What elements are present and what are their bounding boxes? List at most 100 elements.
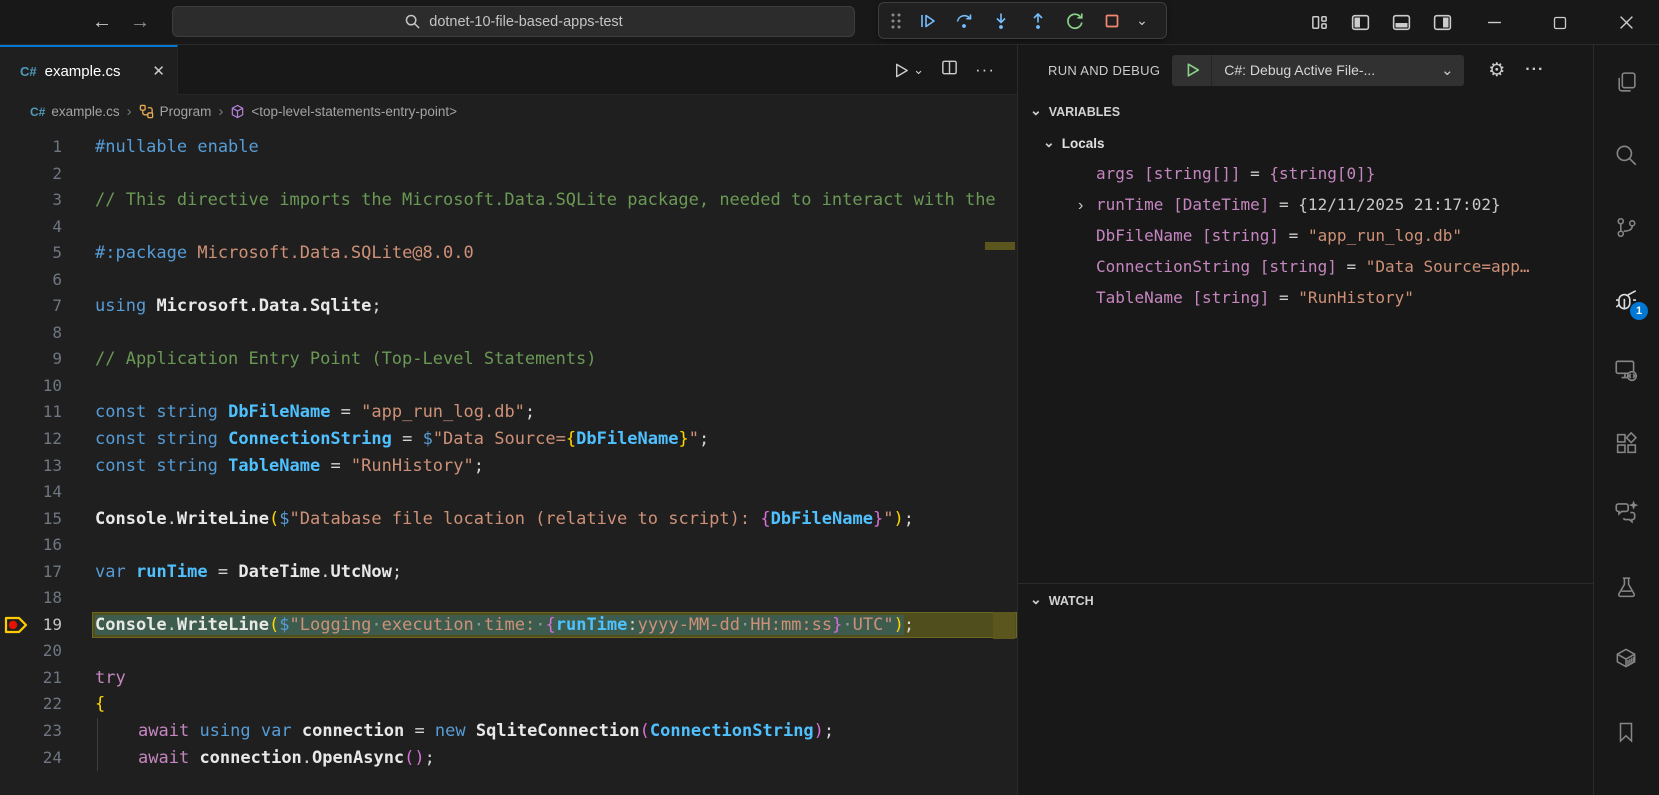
debug-settings-gear-icon[interactable]: ⚙ xyxy=(1488,59,1505,82)
gutter[interactable] xyxy=(0,559,36,586)
gutter[interactable] xyxy=(0,267,36,294)
code-line-content[interactable] xyxy=(92,320,1017,347)
code-line-content[interactable]: Console.WriteLine($"Database file locati… xyxy=(92,506,1017,533)
code-line-12[interactable]: 12 const string ConnectionString = $"Data… xyxy=(0,426,1017,453)
testing-flask-icon[interactable] xyxy=(1610,571,1642,603)
code-line-content[interactable]: #:package Microsoft.Data.SQLite@8.0.0 xyxy=(92,240,1017,267)
code-line-1[interactable]: 1 #nullable enable xyxy=(0,134,1017,161)
code-line-content[interactable] xyxy=(92,161,1017,188)
code-line-content[interactable]: try xyxy=(92,665,1017,692)
gutter[interactable] xyxy=(0,691,36,718)
variable-row-TableName[interactable]: TableName [string] = "RunHistory" xyxy=(1018,282,1593,313)
start-debugging-button[interactable] xyxy=(1172,54,1213,86)
gutter[interactable] xyxy=(0,479,36,506)
code-line-content[interactable] xyxy=(92,585,1017,612)
code-line-21[interactable]: 21 try xyxy=(0,665,1017,692)
toggle-primary-sidebar-icon[interactable] xyxy=(1348,11,1372,35)
current-line-breakpoint-icon[interactable] xyxy=(3,614,30,636)
stop-icon[interactable] xyxy=(1094,6,1129,36)
customize-layout-icon[interactable] xyxy=(1307,11,1331,35)
code-line-4[interactable]: 4 xyxy=(0,214,1017,241)
code-line-3[interactable]: 3 // This directive imports the Microsoft… xyxy=(0,187,1017,214)
gutter[interactable] xyxy=(0,373,36,400)
remote-explorer-icon[interactable] xyxy=(1610,354,1642,386)
code-line-content[interactable]: // This directive imports the Microsoft.… xyxy=(92,187,1017,214)
code-line-content[interactable]: const string TableName = "RunHistory"; xyxy=(92,453,1017,480)
step-out-icon[interactable] xyxy=(1020,6,1055,36)
variable-row-args[interactable]: args [string[]] = {string[0]} xyxy=(1018,158,1593,189)
variable-row-ConnectionString[interactable]: ConnectionString [string] = "Data Source… xyxy=(1018,251,1593,282)
command-center[interactable]: dotnet-10-file-based-apps-test xyxy=(172,6,855,37)
code-line-content[interactable]: const string DbFileName = "app_run_log.d… xyxy=(92,399,1017,426)
gutter[interactable] xyxy=(0,638,36,665)
tab-close-icon[interactable]: ✕ xyxy=(152,62,165,80)
tab-example-cs[interactable]: C# example.cs ✕ xyxy=(0,45,178,95)
forward-icon[interactable]: → xyxy=(126,8,154,36)
code-line-23[interactable]: 23 await using var connection = new Sqlit… xyxy=(0,718,1017,745)
code-line-22[interactable]: 22 { xyxy=(0,691,1017,718)
code-line-content[interactable]: var runTime = DateTime.UtcNow; xyxy=(92,559,1017,586)
code-line-content[interactable]: await connection.OpenAsync(); xyxy=(92,744,1017,772)
step-over-icon[interactable] xyxy=(946,6,981,36)
variable-row-runTime[interactable]: › runTime [DateTime] = {12/11/2025 21:17:… xyxy=(1018,189,1593,220)
code-line-19[interactable]: 19 Console.WriteLine($"Logging·execution·… xyxy=(0,611,1017,639)
code-line-10[interactable]: 10 xyxy=(0,373,1017,400)
code-line-content[interactable]: #nullable enable xyxy=(92,134,1017,161)
gutter[interactable] xyxy=(0,293,36,320)
gutter[interactable] xyxy=(0,506,36,533)
editor-more-actions-icon[interactable]: ··· xyxy=(975,60,995,80)
gutter[interactable] xyxy=(0,320,36,347)
panel-more-actions-icon[interactable]: ··· xyxy=(1525,61,1544,79)
code-line-2[interactable]: 2 xyxy=(0,161,1017,188)
variable-row-DbFileName[interactable]: DbFileName [string] = "app_run_log.db" xyxy=(1018,220,1593,251)
code-line-content[interactable] xyxy=(92,638,1017,665)
code-line-16[interactable]: 16 xyxy=(0,532,1017,559)
code-line-13[interactable]: 13 const string TableName = "RunHistory"; xyxy=(0,453,1017,480)
code-line-17[interactable]: 17 var runTime = DateTime.UtcNow; xyxy=(0,559,1017,586)
code-line-content[interactable]: const string ConnectionString = $"Data S… xyxy=(92,426,1017,453)
bookmarks-icon[interactable] xyxy=(1610,716,1642,748)
minimize-button[interactable] xyxy=(1461,0,1527,45)
debug-toolbar-dropdown-icon[interactable]: ⌄ xyxy=(1131,6,1153,36)
code-line-content[interactable]: { xyxy=(92,691,1017,718)
code-line-content[interactable] xyxy=(92,267,1017,294)
gutter[interactable] xyxy=(0,532,36,559)
run-dropdown-icon[interactable]: ⌄ xyxy=(913,62,924,78)
maximize-button[interactable] xyxy=(1527,0,1593,45)
code-line-9[interactable]: 9 // Application Entry Point (Top-Level S… xyxy=(0,346,1017,373)
back-icon[interactable]: ← xyxy=(88,8,116,36)
search-icon[interactable] xyxy=(1610,139,1642,171)
code-line-6[interactable]: 6 xyxy=(0,267,1017,294)
gutter[interactable] xyxy=(0,426,36,453)
close-button[interactable] xyxy=(1593,0,1659,45)
gutter[interactable] xyxy=(0,585,36,612)
toggle-secondary-sidebar-icon[interactable] xyxy=(1430,11,1454,35)
gutter[interactable] xyxy=(0,453,36,480)
continue-icon[interactable] xyxy=(909,6,944,36)
code-editor[interactable]: 1 #nullable enable 2 3// This directive imp… xyxy=(0,128,1017,795)
extensions-icon[interactable] xyxy=(1610,427,1642,459)
breadcrumb[interactable]: C# example.cs › Program › <top-level-statemen… xyxy=(0,95,1017,128)
drag-handle-icon[interactable] xyxy=(885,6,907,36)
code-line-content[interactable]: Console.WriteLine($"Logging·execution·ti… xyxy=(92,611,1017,639)
code-line-content[interactable] xyxy=(92,532,1017,559)
code-line-18[interactable]: 18 xyxy=(0,585,1017,612)
gutter[interactable] xyxy=(0,745,36,772)
code-line-content[interactable] xyxy=(92,479,1017,506)
code-line-content[interactable] xyxy=(92,373,1017,400)
gutter[interactable] xyxy=(0,346,36,373)
gutter[interactable] xyxy=(0,665,36,692)
code-line-24[interactable]: 24 await connection.OpenAsync(); xyxy=(0,744,1017,772)
variables-section-header[interactable]: ⌄ VARIABLES xyxy=(1018,95,1593,128)
code-line-content[interactable] xyxy=(92,214,1017,241)
locals-scope-row[interactable]: ⌄ Locals xyxy=(1018,128,1593,158)
gutter[interactable] xyxy=(0,240,36,267)
code-line-content[interactable]: await using var connection = new SqliteC… xyxy=(92,718,1017,745)
run-file-button[interactable]: ⌄ xyxy=(891,61,924,80)
breakpoint-gutter[interactable] xyxy=(0,612,36,639)
code-line-content[interactable]: using Microsoft.Data.Sqlite; xyxy=(92,293,1017,320)
breadcrumb-item[interactable]: Program xyxy=(139,104,211,119)
overview-ruler[interactable] xyxy=(983,128,1017,795)
code-line-8[interactable]: 8 xyxy=(0,320,1017,347)
watch-section-header[interactable]: ⌄ WATCH xyxy=(1018,584,1593,617)
